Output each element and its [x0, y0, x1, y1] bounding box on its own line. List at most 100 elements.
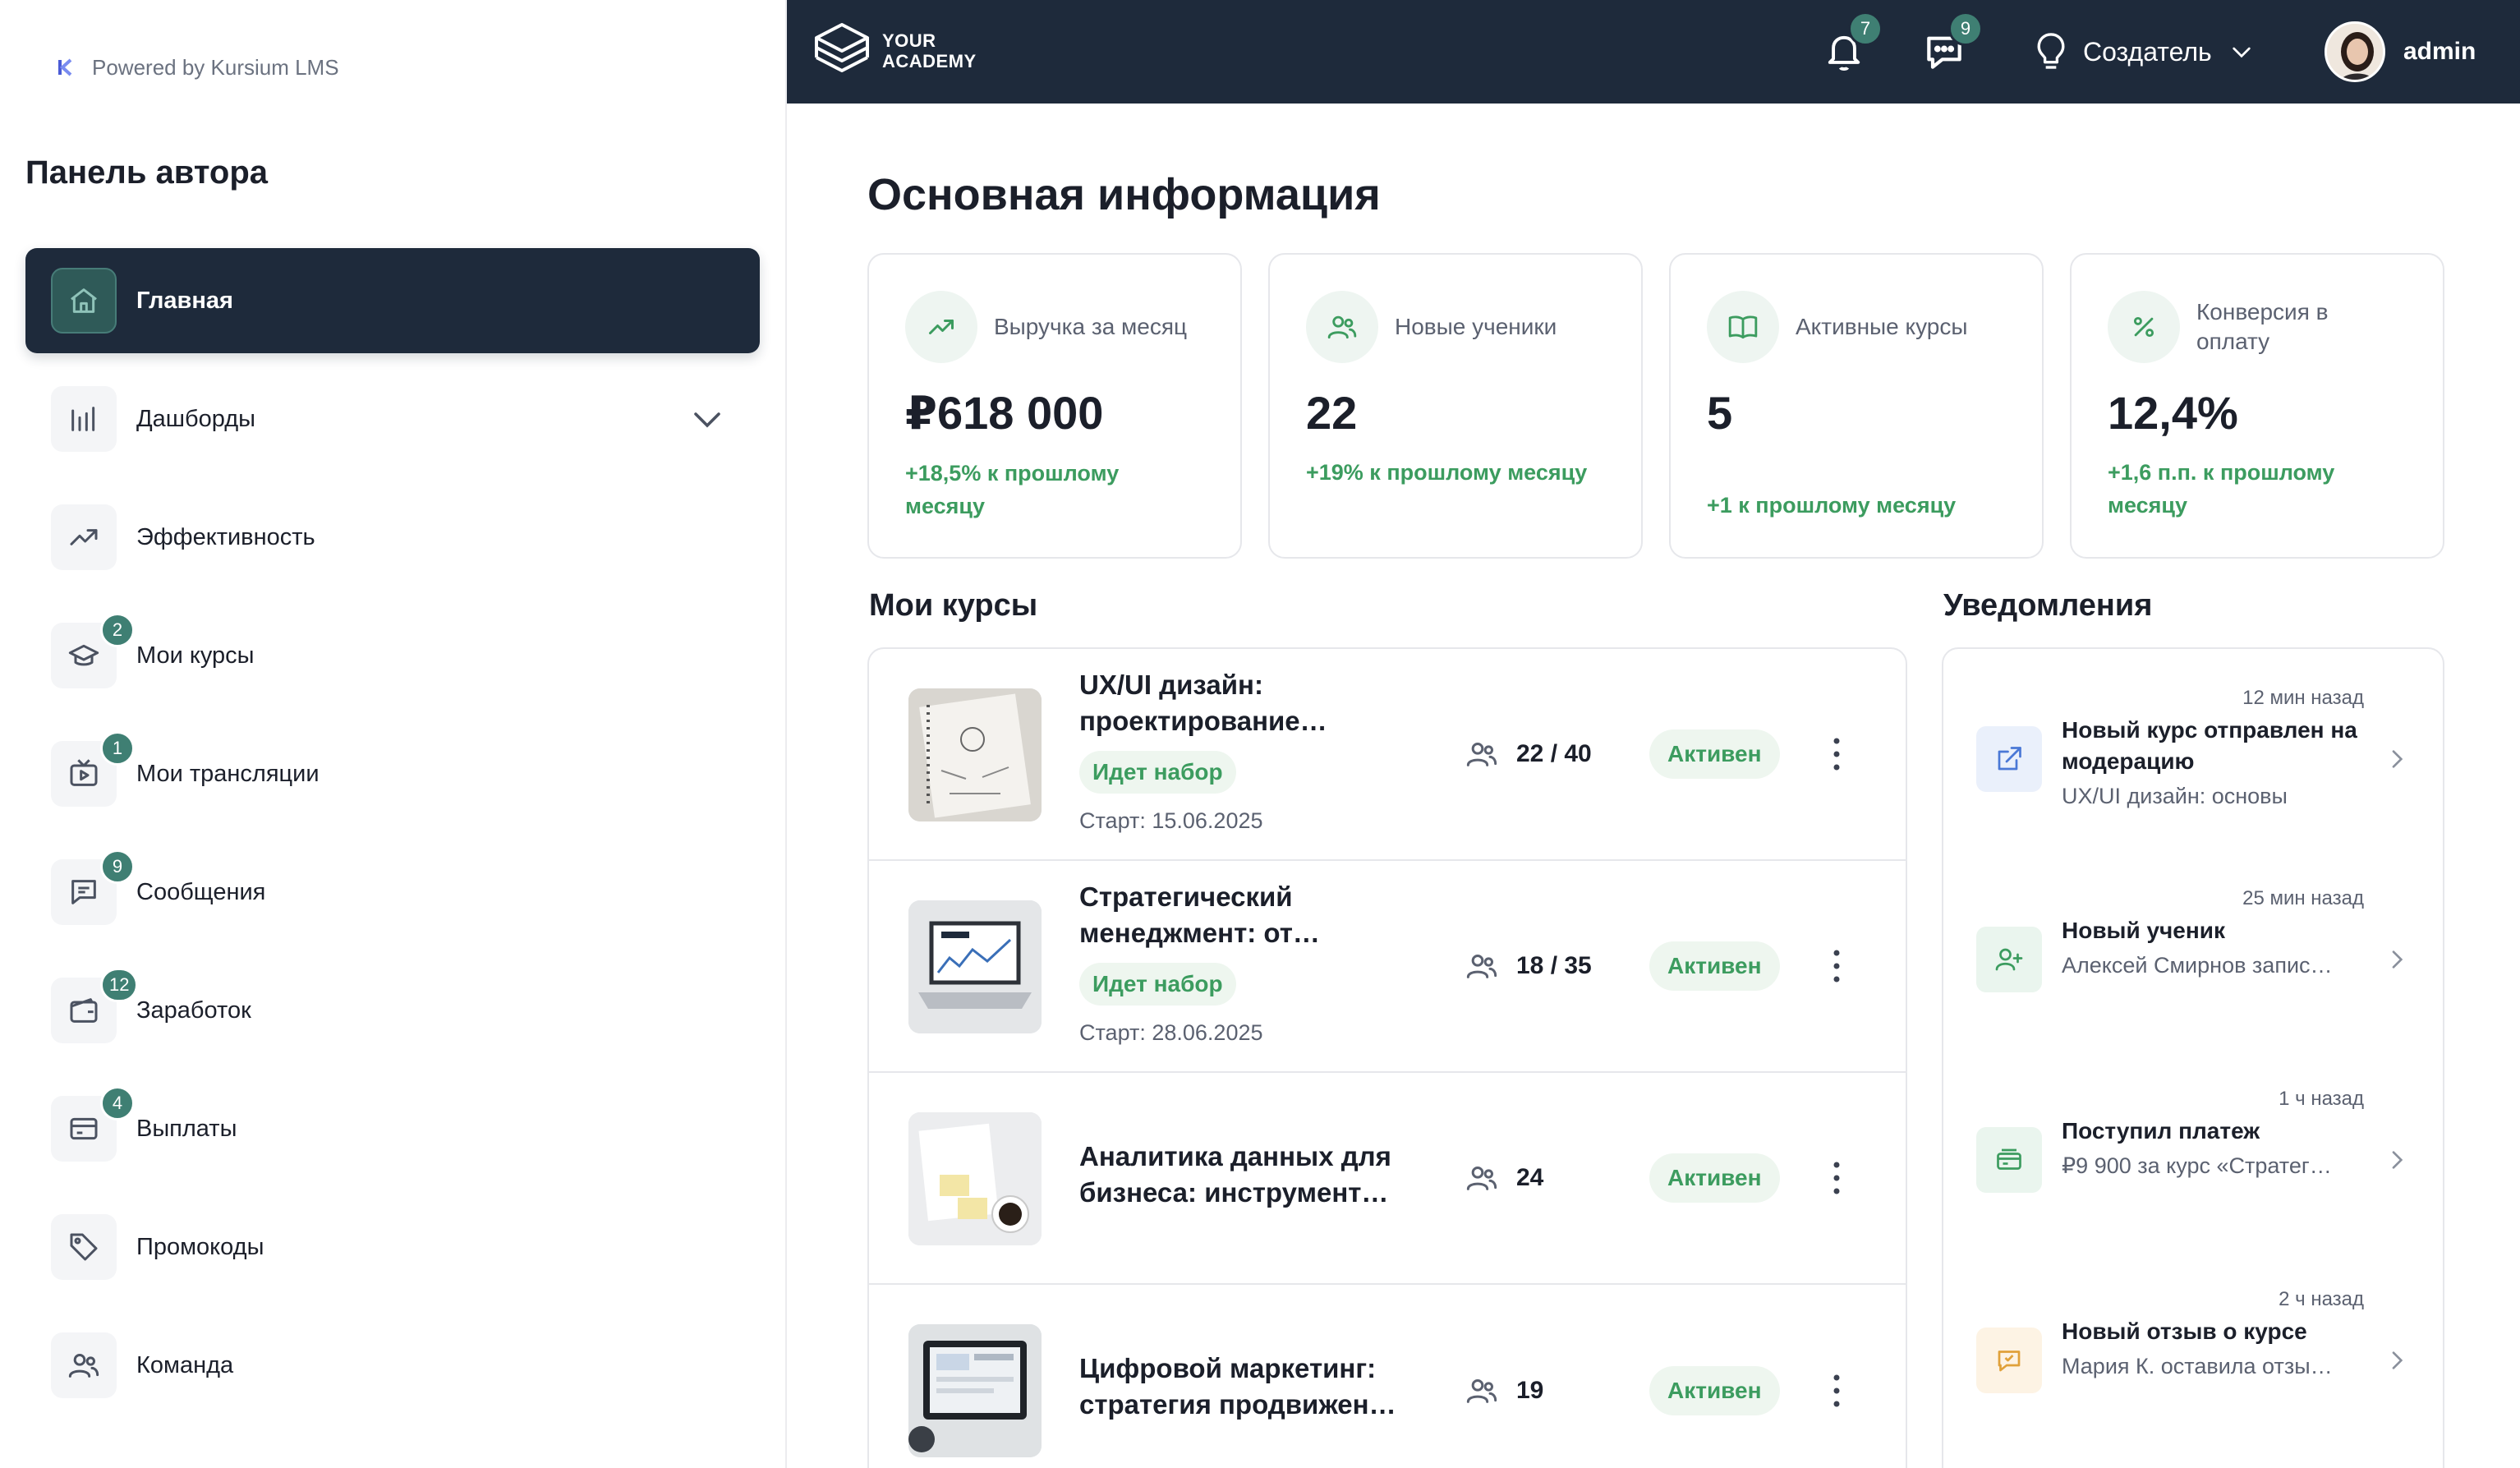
kebab-menu-icon [1833, 1374, 1840, 1407]
sidebar-item-team[interactable]: Команда [25, 1313, 760, 1418]
course-thumbnail [908, 1324, 1042, 1457]
course-students: 22 / 40 [1465, 738, 1592, 771]
users-icon [1466, 955, 1497, 978]
user-menu[interactable]: admin [2325, 20, 2476, 84]
stat-card-conversion: Конверсия в оплату 12,4% +1,6 п.п. к про… [2070, 253, 2444, 559]
kebab-menu-icon [1833, 1162, 1840, 1194]
course-thumbnail [908, 688, 1042, 821]
course-row[interactable]: Стратегический менеджмент: от… Идет набо… [869, 861, 1906, 1073]
sidebar-item-label: Главная [136, 287, 233, 314]
more-options-button[interactable] [1822, 1157, 1851, 1199]
sidebar-nav: Главная Дашборды Эффективность 2 Мои кур… [25, 248, 760, 1431]
messages-button[interactable]: 9 [1917, 12, 1983, 79]
status-badge: Активен [1649, 729, 1780, 779]
sidebar-item-label: Промокоды [136, 1233, 264, 1260]
courses-list: UX/UI дизайн: проектирование… Идет набор… [867, 647, 1907, 1468]
course-row[interactable]: Аналитика данных для бизнеса: инструмент… [869, 1073, 1906, 1285]
course-students: 18 / 35 [1465, 950, 1592, 983]
courses-section-title: Мои курсы [869, 588, 1038, 623]
sidebar-item-payouts[interactable]: 4 Выплаты [25, 1076, 760, 1181]
stat-delta: +18,5% к прошлому месяцу [905, 461, 1120, 518]
sidebar-item-my-streams[interactable]: 1 Мои трансляции [25, 721, 760, 826]
user-plus-icon [1976, 927, 2042, 992]
open-book-icon [1707, 291, 1779, 363]
role-label: Создатель [2083, 36, 2212, 67]
sidebar-item-earnings[interactable]: 12 Заработок [25, 958, 760, 1063]
review-icon [1976, 1328, 2042, 1393]
stat-value: 5 [1707, 387, 1733, 439]
home-icon [51, 268, 117, 334]
notification-subtitle: Мария К. оставила отзы… [2062, 1354, 2333, 1378]
course-row[interactable]: UX/UI дизайн: проектирование… Идет набор… [869, 649, 1906, 861]
sidebar-item-home[interactable]: Главная [25, 248, 760, 353]
status-badge: Активен [1649, 1153, 1780, 1203]
notification-title: Новый ученик [2062, 918, 2225, 943]
academy-logo[interactable]: YOUR ACADEMY [813, 21, 977, 81]
users-icon [1466, 743, 1497, 766]
notification-subtitle: ₽9 900 за курс «Стратег… [2062, 1153, 2332, 1178]
powered-by[interactable]: Powered by Kursium LMS [54, 51, 339, 84]
sidebar-item-label: Мои трансляции [136, 760, 320, 787]
stat-value: ₽618 000 [905, 387, 1104, 439]
notification-item[interactable]: 1 ч назад Поступил платеж ₽9 900 за курс… [1943, 1050, 2443, 1250]
notifications-button[interactable]: 7 [1817, 12, 1883, 79]
trending-up-icon [905, 291, 977, 363]
sidebar-item-efficiency[interactable]: Эффективность [25, 485, 760, 590]
chevron-down-icon [2232, 47, 2251, 58]
course-title[interactable]: UX/UI дизайн: проектирование… [1079, 667, 1441, 739]
chevron-right-icon [2392, 750, 2403, 768]
course-start-date: Старт: 15.06.2025 [1079, 808, 1263, 833]
students-count: 22 / 40 [1516, 740, 1592, 767]
course-thumbnail [908, 1112, 1042, 1245]
course-title[interactable]: Цифровой маркетинг: стратегия продвижен… [1079, 1351, 1441, 1423]
notification-item[interactable]: 2 ч назад Новый отзыв о курсе Мария К. о… [1943, 1250, 2443, 1451]
sidebar-item-my-courses[interactable]: 2 Мои курсы [25, 603, 760, 708]
academy-name: YOUR ACADEMY [882, 30, 977, 71]
users-icon [51, 1332, 117, 1398]
notification-item[interactable]: 12 мин назад Новый курс отправлен на мод… [1943, 649, 2443, 849]
kebab-menu-icon [1833, 738, 1840, 771]
stat-card-active-courses: Активные курсы 5 +1 к прошлому месяцу [1669, 253, 2044, 559]
more-options-button[interactable] [1822, 733, 1851, 775]
course-thumbnail [908, 900, 1042, 1033]
username: admin [2403, 38, 2476, 65]
students-count: 18 / 35 [1516, 952, 1592, 979]
sidebar-badge: 4 [100, 1086, 135, 1121]
notification-time: 25 мин назад [2242, 887, 2364, 909]
sidebar-item-dashboards[interactable]: Дашборды [25, 366, 760, 472]
more-options-button[interactable] [1822, 945, 1851, 987]
course-title[interactable]: Стратегический менеджмент: от… [1079, 879, 1441, 951]
panel-title: Панель автора [25, 154, 268, 191]
sidebar-item-messages[interactable]: 9 Сообщения [25, 840, 760, 945]
role-selector[interactable]: Создатель [2035, 25, 2255, 79]
sidebar-item-label: Команда [136, 1351, 234, 1378]
chevron-right-icon [2392, 1151, 2403, 1169]
lightbulb-icon [2037, 33, 2065, 69]
tag-icon [51, 1214, 117, 1280]
trending-up-icon [51, 504, 117, 570]
main-content: Основная информация Выручка за месяц ₽61… [787, 104, 2520, 1468]
sidebar-badge: 9 [100, 849, 135, 884]
sidebar-item-label: Эффективность [136, 523, 315, 550]
stat-card-revenue: Выручка за месяц ₽618 000 +18,5% к прошл… [867, 253, 1242, 559]
sidebar-item-label: Заработок [136, 996, 251, 1024]
notification-item[interactable]: 25 мин назад Новый ученик Алексей Смирно… [1943, 849, 2443, 1050]
chevron-down-icon[interactable] [687, 399, 727, 439]
more-options-button[interactable] [1822, 1369, 1851, 1412]
sidebar-item-label: Выплаты [136, 1115, 237, 1142]
course-title[interactable]: Аналитика данных для бизнеса: инструмент… [1079, 1139, 1441, 1211]
avatar[interactable] [2325, 21, 2385, 82]
notification-time: 2 ч назад [2279, 1288, 2364, 1310]
notifications-list: 12 мин назад Новый курс отправлен на мод… [1942, 647, 2444, 1468]
notification-time: 1 ч назад [2279, 1088, 2364, 1110]
powered-by-text: Powered by Kursium LMS [92, 54, 339, 80]
sidebar-item-promocodes[interactable]: Промокоды [25, 1194, 760, 1300]
students-count: 24 [1516, 1164, 1544, 1191]
status-badge: Активен [1649, 1366, 1780, 1415]
course-row[interactable]: Цифровой маркетинг: стратегия продвижен…… [869, 1285, 1906, 1468]
kursium-logo-icon [54, 56, 77, 79]
sidebar-badge: 12 [100, 968, 139, 1002]
sidebar-badge: 1 [100, 731, 135, 766]
avatar-image [2327, 24, 2383, 80]
notifications-section-title: Уведомления [1943, 588, 2153, 623]
